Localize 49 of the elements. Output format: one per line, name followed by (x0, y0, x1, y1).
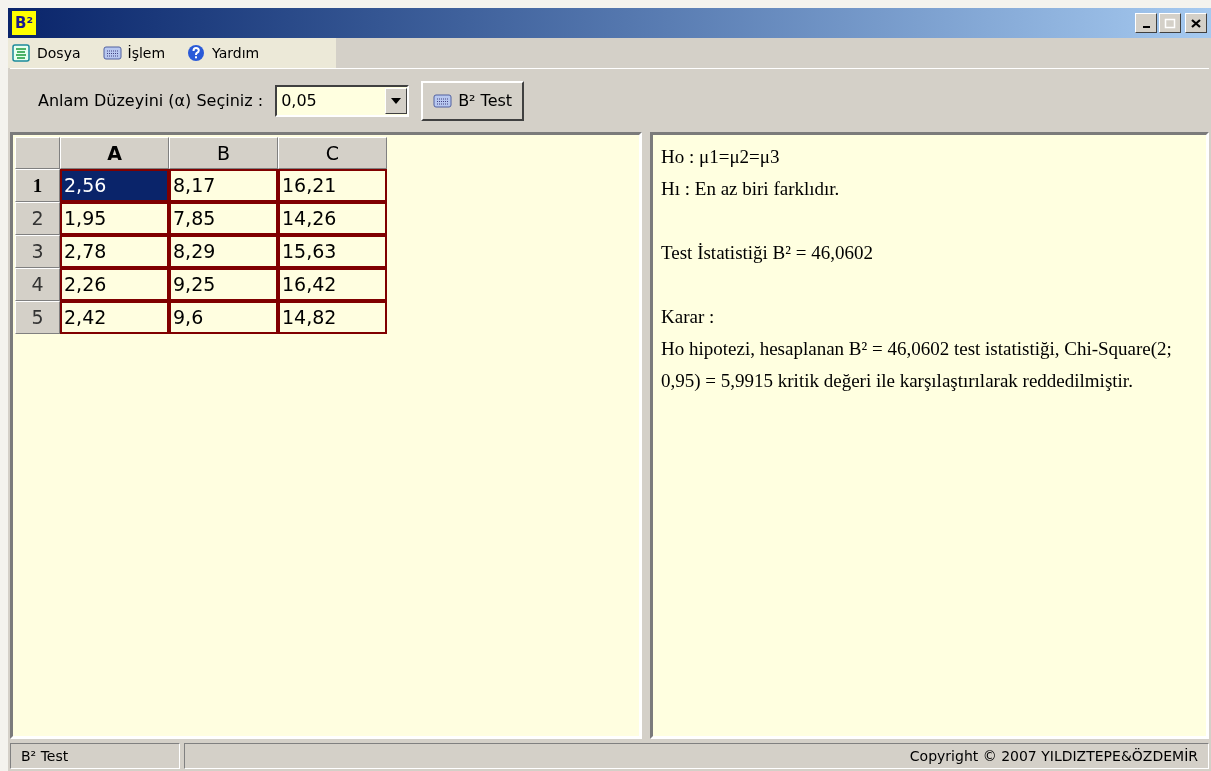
maximize-icon (1164, 17, 1176, 29)
table-cell[interactable]: 14,26 (278, 202, 387, 235)
minimize-button[interactable] (1135, 13, 1157, 33)
copyright-text: Copyright © 2007 YILDIZTEPE&ÖZDEMİR (184, 743, 1209, 769)
result-text: Hı : En az biri farklıdır. (661, 177, 841, 201)
table-cell[interactable]: 8,29 (169, 235, 278, 268)
row-header[interactable]: 4 (15, 268, 60, 301)
row-header[interactable]: 2 (15, 202, 60, 235)
result-text: Ho : μ1=μ2=μ3 (661, 145, 781, 169)
list-icon (12, 44, 31, 62)
table-cell[interactable]: 16,21 (278, 169, 387, 202)
table-cell[interactable]: 16,42 (278, 268, 387, 301)
close-icon (1191, 18, 1201, 28)
column-header[interactable]: C (278, 137, 387, 169)
result-text: Karar : (661, 305, 716, 329)
table-cell[interactable]: 2,26 (60, 268, 169, 301)
column-header[interactable]: B (169, 137, 278, 169)
close-button[interactable] (1185, 13, 1207, 33)
table-cell[interactable]: 14,82 (278, 301, 387, 334)
calculator-icon (433, 91, 453, 110)
row-header[interactable]: 3 (15, 235, 60, 268)
menu-item[interactable]: Dosya (12, 42, 81, 64)
b2-test-button[interactable]: B² Test (421, 80, 525, 121)
table-cell[interactable]: 1,95 (60, 202, 169, 235)
alpha-dropdown[interactable]: 0,05 (275, 84, 410, 117)
table-cell[interactable]: 2,42 (60, 301, 169, 334)
table-cell[interactable]: 15,63 (278, 235, 387, 268)
corner-cell (15, 137, 60, 169)
table-cell[interactable]: 7,85 (169, 202, 278, 235)
table-cell[interactable]: 2,56 (60, 169, 169, 202)
result-text: Ho hipotezi, hesaplanan B² = 46,0602 test istatistiği, Chi-Square(2; 0,95) = 5,9915 kritik değeri ile karşılaştırılarak reddedilmiştir. (661, 337, 1173, 393)
table-cell[interactable]: 9,6 (169, 301, 278, 334)
status-text: B² Test (10, 743, 180, 769)
calculator-icon (102, 44, 122, 62)
menu-item[interactable]: İşlem (102, 42, 166, 64)
app-logo: B² (12, 11, 36, 35)
table-cell[interactable]: 9,25 (169, 268, 278, 301)
menu-item[interactable]: Yardım (187, 42, 260, 64)
table-cell[interactable]: 8,17 (169, 169, 278, 202)
table-cell[interactable]: 2,78 (60, 235, 169, 268)
row-header[interactable]: 1 (15, 169, 60, 202)
column-header[interactable]: A (60, 137, 169, 169)
help-icon (187, 44, 207, 62)
dropdown-arrow-icon (391, 97, 402, 104)
row-header[interactable]: 5 (15, 301, 60, 334)
maximize-button[interactable] (1159, 13, 1181, 33)
result-text: Test İstatistiği B² = 46,0602 (661, 241, 874, 265)
minimize-icon (1141, 25, 1151, 29)
alpha-label: Anlam Düzeyini (α) Seçiniz : (38, 89, 264, 112)
